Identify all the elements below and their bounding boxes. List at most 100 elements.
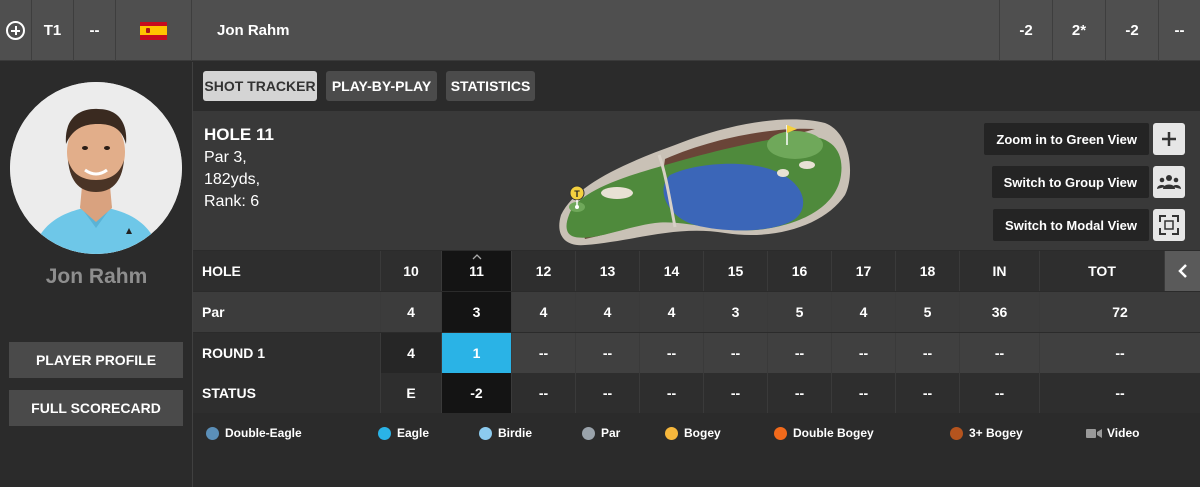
hole-title: HOLE 11 (204, 125, 274, 144)
status-cell: E (381, 373, 442, 413)
legend-item-double-bogey: Double Bogey (774, 426, 874, 440)
hole-cell[interactable]: 12 (512, 251, 576, 291)
status-total: -- (1115, 385, 1125, 401)
hole-info: HOLE 11 Par 3, 182yds, Rank: 6 (204, 125, 274, 211)
triple-bogey-dot-icon (950, 426, 963, 440)
sidebar-player-name: Jon Rahm (45, 265, 148, 288)
score-legend: Double-Eagle Eagle Birdie Par Bogey Doub… (193, 420, 1200, 448)
scorecard-status-row: STATUS E -2 -- -- -- -- -- -- -- -- -- (193, 373, 1200, 413)
par-cell: 4 (512, 292, 576, 332)
hole-cell[interactable]: 13 (576, 251, 640, 291)
player-avatar (10, 82, 182, 254)
hole-map[interactable]: T (555, 115, 855, 247)
zoom-green-button[interactable] (1153, 123, 1185, 155)
tab-statistics[interactable]: STATISTICS (446, 71, 535, 101)
round-score-cell: -- (576, 333, 640, 373)
hole-cell[interactable]: 15 (704, 251, 768, 291)
zoom-green-control: Zoom in to Green View (984, 123, 1185, 155)
legend-item-double-eagle: Double-Eagle (206, 426, 302, 440)
legend-item-bogey: Bogey (665, 426, 721, 440)
current-hole-number: 11 (469, 263, 484, 279)
legend-item-par: Par (582, 426, 620, 440)
round-in: -- (960, 333, 1040, 373)
round-score-cell[interactable]: 4 (381, 333, 442, 373)
hole-cell[interactable]: 14 (640, 251, 704, 291)
par-cell: 4 (381, 292, 442, 332)
round-score-cell: -- (512, 333, 576, 373)
leaderboard-position: T1 (32, 0, 74, 61)
par-cell-current: 3 (442, 292, 512, 332)
zoom-green-label: Zoom in to Green View (984, 123, 1149, 155)
par-total: 72 (1112, 304, 1128, 320)
in-header: IN (960, 251, 1040, 291)
round-score-cell: -- (704, 333, 768, 373)
shot-tracker-panel: HOLE 11 Par 3, 182yds, Rank: 6 T Zoom in… (193, 111, 1200, 250)
group-view-label: Switch to Group View (991, 166, 1149, 198)
hole-header-label: HOLE (193, 251, 381, 291)
scorecard-hole-row: HOLE 10 11 12 13 14 15 16 17 18 IN TOT (193, 251, 1200, 291)
par-cell: 5 (768, 292, 832, 332)
hole-cell[interactable]: 18 (896, 251, 960, 291)
video-icon (1086, 428, 1102, 438)
tab-play-by-play[interactable]: PLAY-BY-PLAY (326, 71, 437, 101)
group-view-button[interactable] (1153, 166, 1185, 198)
legend-label: Par (601, 426, 621, 440)
status-cell: -- (576, 373, 640, 413)
status-label: STATUS (193, 373, 381, 413)
par-cell: 5 (896, 292, 960, 332)
expand-row-button[interactable] (0, 0, 32, 61)
full-scorecard-button[interactable]: FULL SCORECARD (9, 390, 183, 426)
hole-cell[interactable]: 16 (768, 251, 832, 291)
player-profile-button[interactable]: PLAYER PROFILE (9, 342, 183, 378)
player-name-header[interactable]: Jon Rahm (192, 0, 1000, 61)
round-total: -- (1040, 333, 1200, 373)
player-sidebar: Jon Rahm PLAYER PROFILE FULL SCORECARD (0, 62, 193, 487)
legend-item-birdie: Birdie (479, 426, 532, 440)
double-bogey-dot-icon (774, 426, 787, 440)
par-label: Par (193, 292, 381, 332)
scorecard-collapse-button[interactable] (1165, 251, 1200, 291)
svg-text:T: T (574, 189, 580, 199)
hole-yards: 182yds, (204, 171, 261, 188)
status-cell: -- (512, 373, 576, 413)
legend-item-triple-bogey: 3+ Bogey (950, 426, 1023, 440)
status-cell: -- (832, 373, 896, 413)
round-score-cell: -- (832, 333, 896, 373)
status-in: -- (960, 373, 1040, 413)
group-icon (1157, 175, 1181, 189)
par-dot-icon (582, 426, 595, 440)
fullscreen-icon (1159, 215, 1179, 235)
group-view-control: Switch to Group View (991, 166, 1185, 198)
round-score-cell: -- (640, 333, 704, 373)
modal-view-button[interactable] (1153, 209, 1185, 241)
round-score: -2 (1106, 0, 1159, 61)
legend-label: Video (1107, 426, 1140, 440)
par-cell: 4 (832, 292, 896, 332)
legend-label: Double Bogey (793, 426, 874, 440)
par-in: 36 (960, 292, 1040, 332)
legend-label: 3+ Bogey (969, 426, 1023, 440)
hole-cell-current[interactable]: 11 (442, 251, 512, 291)
tab-shot-tracker[interactable]: SHOT TRACKER (203, 71, 317, 101)
thru: 2* (1053, 0, 1106, 61)
round-score-cell-eagle[interactable]: 1 (442, 333, 512, 373)
position-movement: -- (74, 0, 116, 61)
scorecard-round-row: ROUND 1 4 1 -- -- -- -- -- -- -- -- -- (193, 333, 1200, 373)
scorecard-par-row: Par 4 3 4 4 4 3 5 4 5 36 72 (193, 292, 1200, 332)
spain-flag-icon (140, 21, 167, 40)
round-score-cell: -- (896, 333, 960, 373)
country-cell (116, 0, 192, 61)
hole-par: Par 3, (204, 149, 247, 166)
modal-view-label: Switch to Modal View (993, 209, 1149, 241)
status-cell: -- (896, 373, 960, 413)
legend-label: Eagle (397, 426, 430, 440)
hole-cell[interactable]: 17 (832, 251, 896, 291)
bogey-dot-icon (665, 426, 678, 440)
par-cell: 4 (640, 292, 704, 332)
par-cell: 3 (704, 292, 768, 332)
chevron-up-icon (472, 254, 481, 260)
chevron-left-icon (1177, 264, 1187, 278)
birdie-dot-icon (479, 426, 492, 440)
hole-cell[interactable]: 10 (381, 251, 442, 291)
par-cell: 4 (576, 292, 640, 332)
